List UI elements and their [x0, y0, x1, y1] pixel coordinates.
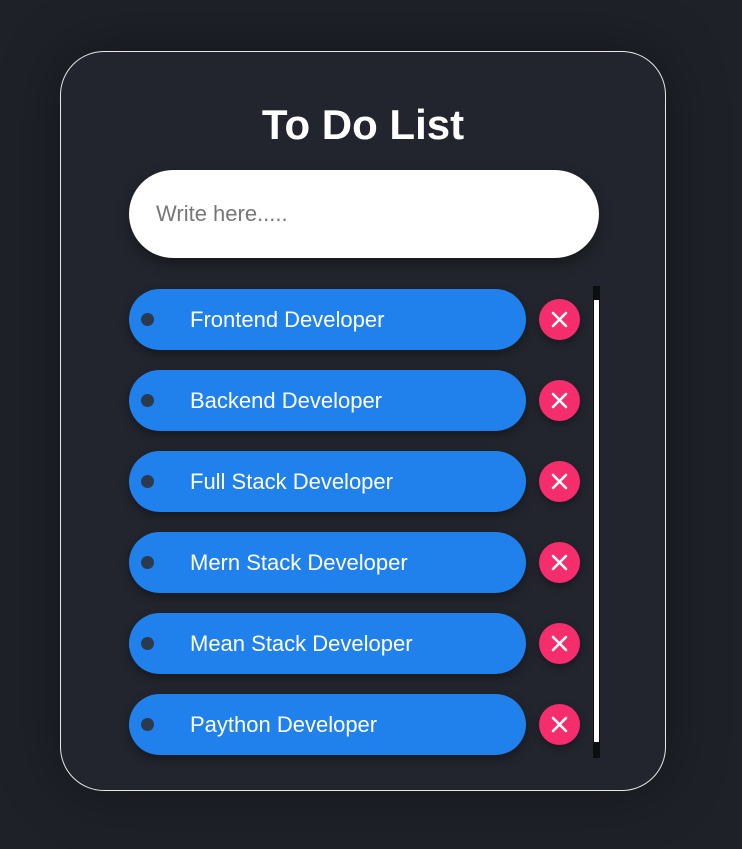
delete-button[interactable] [539, 299, 580, 340]
list-item: Paython Developer [129, 694, 581, 755]
list-item: Full Stack Developer [129, 451, 581, 512]
close-icon [551, 554, 568, 571]
todo-item[interactable]: Full Stack Developer [129, 451, 526, 512]
todo-item[interactable]: Mean Stack Developer [129, 613, 526, 674]
delete-button[interactable] [539, 542, 580, 583]
page-title: To Do List [261, 101, 465, 148]
todo-item[interactable]: Paython Developer [129, 694, 526, 755]
dot-icon [141, 475, 154, 488]
list-item: Frontend Developer [129, 289, 581, 350]
delete-button[interactable] [539, 704, 580, 745]
todo-card: To Do List Frontend Developer Backend De… [60, 51, 666, 791]
todo-item-label: Full Stack Developer [190, 469, 393, 494]
todo-item-label: Mern Stack Developer [190, 550, 408, 575]
delete-button[interactable] [539, 461, 580, 502]
list-item: Mern Stack Developer [129, 532, 581, 593]
close-icon [551, 635, 568, 652]
dot-icon [141, 718, 154, 731]
close-icon [551, 473, 568, 490]
dot-icon [141, 556, 154, 569]
todo-list: Frontend Developer Backend Developer Ful… [129, 289, 581, 775]
close-icon [551, 716, 568, 733]
dot-icon [141, 313, 154, 326]
delete-button[interactable] [539, 623, 580, 664]
list-item: Mean Stack Developer [129, 613, 581, 674]
todo-item[interactable]: Backend Developer [129, 370, 526, 431]
todo-item[interactable]: Frontend Developer [129, 289, 526, 350]
todo-input[interactable] [129, 170, 599, 258]
list-item: Backend Developer [129, 370, 581, 431]
dot-icon [141, 394, 154, 407]
todo-item-label: Mean Stack Developer [190, 631, 413, 656]
todo-item[interactable]: Mern Stack Developer [129, 532, 526, 593]
delete-button[interactable] [539, 380, 580, 421]
todo-item-label: Frontend Developer [190, 307, 385, 332]
close-icon [551, 311, 568, 328]
list-scrollbar[interactable] [593, 286, 600, 758]
close-icon [551, 392, 568, 409]
todo-item-label: Paython Developer [190, 712, 378, 737]
dot-icon [141, 637, 154, 650]
scrollbar-thumb[interactable] [594, 300, 599, 742]
todo-item-label: Backend Developer [190, 388, 383, 413]
todo-input-wrapper [129, 170, 599, 258]
